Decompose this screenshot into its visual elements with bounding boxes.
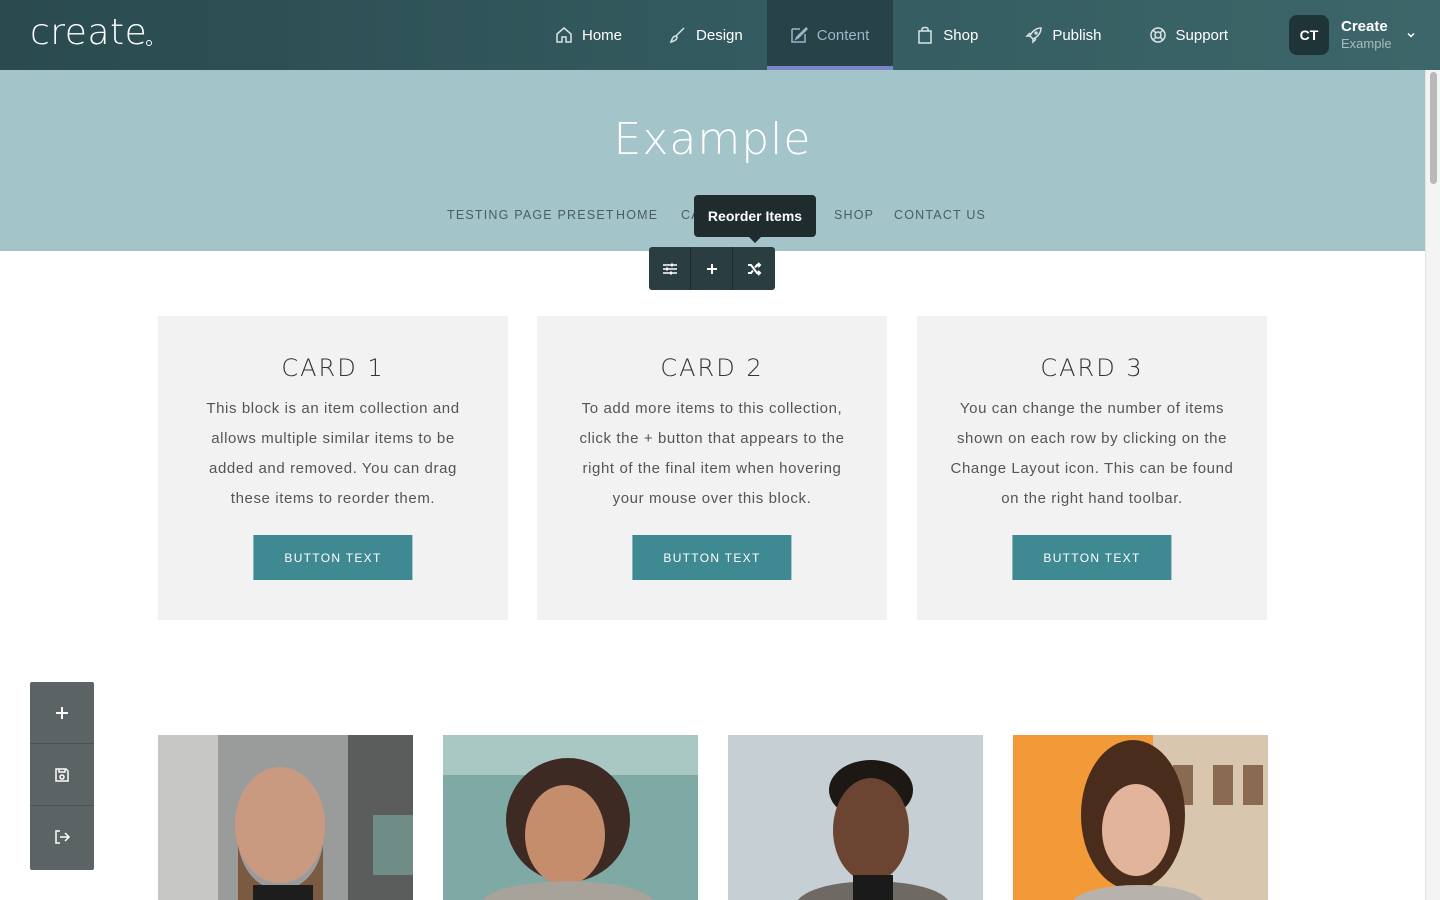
nav-support[interactable]: Support <box>1126 0 1253 70</box>
card-button[interactable]: BUTTON TEXT <box>632 535 792 580</box>
nav-content[interactable]: Content <box>766 0 894 70</box>
team-photo-2[interactable] <box>443 735 698 900</box>
card-title[interactable]: CARD 3 <box>917 354 1267 382</box>
exit-button[interactable] <box>30 806 94 868</box>
account-menu[interactable]: CT Create Example <box>1289 15 1416 55</box>
team-photo-1[interactable] <box>158 735 413 900</box>
card-text[interactable]: This block is an item collection and all… <box>188 394 478 514</box>
card-button[interactable]: BUTTON TEXT <box>1012 535 1172 580</box>
nav-content-label: Content <box>816 26 870 44</box>
account-site: Example <box>1341 36 1392 52</box>
card-3[interactable]: CARD 3 You can change the number of item… <box>917 316 1267 620</box>
site-nav-contact-us[interactable]: CONTACT US <box>894 208 986 222</box>
nav-home[interactable]: Home <box>532 0 646 70</box>
card-text[interactable]: You can change the number of items shown… <box>947 394 1237 514</box>
edit-icon <box>790 26 808 43</box>
block-add-button[interactable] <box>691 247 733 290</box>
add-icon <box>706 263 717 274</box>
scrollbar-thumb[interactable] <box>1430 72 1437 184</box>
avatar: CT <box>1289 15 1329 55</box>
bag-icon <box>918 26 933 44</box>
exit-icon <box>55 830 71 844</box>
team-photo-3[interactable] <box>728 735 983 900</box>
settings-sliders-icon <box>662 263 677 274</box>
reorder-tooltip: Reorder Items <box>694 195 816 243</box>
nav-design[interactable]: Design <box>646 0 767 70</box>
save-button[interactable] <box>30 744 94 806</box>
nav-support-label: Support <box>1175 26 1229 44</box>
portrait-image <box>1013 735 1268 900</box>
main-nav: Home Design Content Shop Publish Support <box>532 0 1252 70</box>
block-toolbar <box>649 247 775 290</box>
card-2[interactable]: CARD 2 To add more items to this collect… <box>537 316 887 620</box>
save-icon <box>55 767 69 782</box>
site-nav-shop[interactable]: SHOP <box>834 208 874 222</box>
shuffle-icon <box>748 261 762 276</box>
card-title[interactable]: CARD 2 <box>537 354 887 382</box>
portrait-image <box>728 735 983 900</box>
home-icon <box>556 27 572 43</box>
lifebuoy-icon <box>1149 27 1166 43</box>
team-photo-4[interactable] <box>1013 735 1268 900</box>
site-nav-home[interactable]: HOME <box>616 208 658 222</box>
card-button[interactable]: BUTTON TEXT <box>253 535 413 580</box>
nav-design-label: Design <box>696 26 743 44</box>
nav-publish-label: Publish <box>1052 26 1102 44</box>
nav-home-label: Home <box>582 26 623 44</box>
side-toolbar <box>30 682 94 870</box>
account-text: Create Example <box>1341 18 1392 52</box>
site-title[interactable]: Example <box>0 114 1425 165</box>
block-settings-button[interactable] <box>649 247 691 290</box>
nav-shop[interactable]: Shop <box>893 0 1002 70</box>
portrait-image <box>443 735 698 900</box>
brush-icon <box>669 27 685 44</box>
chevron-down-icon <box>1407 32 1415 38</box>
card-title[interactable]: CARD 1 <box>158 354 508 382</box>
reorder-items-button[interactable] <box>733 247 775 290</box>
app-logo[interactable]: create <box>30 12 147 53</box>
logo-dot <box>146 40 152 46</box>
page-scrollbar[interactable] <box>1425 70 1440 900</box>
nav-shop-label: Shop <box>943 26 979 44</box>
card-1[interactable]: CARD 1 This block is an item collection … <box>158 316 508 620</box>
app-topbar: create Home Design Content Shop Publish … <box>0 0 1440 70</box>
rocket-icon <box>1025 27 1043 44</box>
card-text[interactable]: To add more items to this collection, cl… <box>567 394 857 514</box>
account-name: Create <box>1341 18 1388 36</box>
portrait-image <box>158 735 413 900</box>
nav-publish[interactable]: Publish <box>1002 0 1125 70</box>
add-icon <box>56 706 68 719</box>
site-nav-testing-page-preset[interactable]: TESTING PAGE PRESET <box>447 208 615 222</box>
add-block-button[interactable] <box>30 682 94 744</box>
